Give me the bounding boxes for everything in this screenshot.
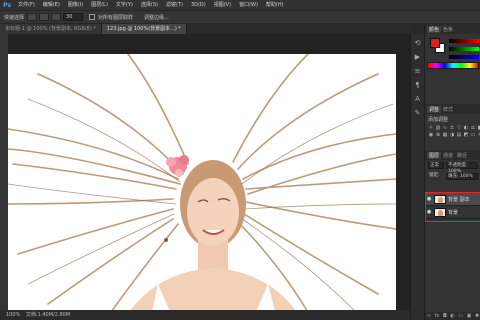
tab-styles[interactable]: 样式 (441, 106, 455, 113)
menu-view[interactable]: 视图(V) (210, 0, 235, 10)
new-layer-icon[interactable]: ▣ (467, 313, 472, 319)
refine-edge-button[interactable]: 调整边缘... (144, 14, 169, 21)
right-panels: 颜色 色板 调整 样式 添加调整 ☼ ▥ ∿ ± ▽ ◐ ⚖ ◧ ◉ ⊕ ▦ ◑… (424, 24, 480, 320)
properties-icon[interactable]: ≡ (413, 66, 423, 76)
menu-help[interactable]: 帮助(H) (262, 0, 288, 10)
adjust-layer-icon[interactable]: ◐ (450, 313, 454, 319)
sample-all-checkbox[interactable] (89, 14, 96, 20)
menu-bar: Ps 文件(F) 编辑(E) 图像(I) 图层(L) 文字(Y) 选择(S) 滤… (0, 0, 480, 10)
tab-123-jpg[interactable]: 123.jpg @ 100%(背景副本...) * (101, 24, 187, 34)
adjust-title: 添加调整 (428, 117, 449, 123)
balance-icon[interactable]: ⚖ (470, 125, 476, 131)
opacity-field[interactable]: 不透明度: 100% (446, 162, 478, 174)
zoom-readout[interactable]: 100% (6, 312, 20, 318)
exposure-icon[interactable]: ± (449, 125, 455, 131)
subtract-selection-button[interactable] (51, 13, 62, 21)
mask-icon[interactable]: ◘ (443, 313, 447, 319)
eye-icon[interactable]: ● (426, 196, 432, 202)
tab-adjustments[interactable]: 调整 (427, 105, 442, 113)
actions-icon[interactable]: ▶ (413, 52, 423, 62)
tab-untitled[interactable]: 未标题-1 @ 100% (背景副本, RGB/8) * (0, 24, 102, 34)
layers-panel-tabs: 图层 通道 路径 (425, 150, 480, 160)
layer-thumbnail (434, 207, 446, 217)
invert-icon[interactable]: ◑ (449, 132, 455, 138)
fill-field[interactable]: 填充: 100% (446, 173, 478, 180)
green-slider[interactable] (449, 47, 479, 51)
status-bar: 100% 文档:1.40M/2.80M (0, 310, 410, 320)
gradient-map-icon[interactable]: ▭ (470, 132, 476, 138)
menu-edit[interactable]: 编辑(E) (39, 0, 64, 10)
layer-row[interactable]: ● 背景 (426, 206, 480, 219)
threshold-icon[interactable]: ◩ (463, 132, 469, 138)
link-icon[interactable]: ∞ (427, 313, 431, 319)
blend-mode-select[interactable]: 正常 (428, 162, 444, 169)
color-panel (425, 34, 480, 76)
color-spectrum[interactable] (427, 62, 479, 69)
options-bar: 快速选择 30 对所有图层取样 调整边缘... (0, 10, 480, 24)
menu-file[interactable]: 文件(F) (14, 0, 39, 10)
layers-panel: 图层 通道 路径 正常 不透明度: 100% 锁定: 填充: 100% ● 背景… (425, 150, 480, 320)
lock-row: 锁定: 填充: 100% (425, 171, 480, 182)
app-logo: Ps (3, 1, 11, 9)
tab-layers[interactable]: 图层 (427, 151, 442, 159)
layers-footer: ∞ fx ◘ ◐ ▭ ▣ ✖ (425, 312, 480, 320)
tab-paths[interactable]: 路径 (455, 152, 469, 159)
menu-type[interactable]: 文字(Y) (112, 0, 137, 10)
vibrance-icon[interactable]: ▽ (456, 125, 462, 131)
curves-icon[interactable]: ∿ (442, 125, 448, 131)
document-tabs: 未标题-1 @ 100% (背景副本, RGB/8) * 123.jpg @ 1… (0, 24, 410, 34)
portrait-illustration (8, 54, 396, 320)
lock-label: 锁定: (429, 173, 440, 178)
menu-filter[interactable]: 滤镜(T) (162, 0, 187, 10)
adjust-icon-grid: ☼ ▥ ∿ ± ▽ ◐ ⚖ ◧ ◉ ⊕ ▦ ◑ ▤ ◩ ▭ ✕ (425, 125, 480, 138)
hue-icon[interactable]: ◐ (463, 125, 469, 131)
foreground-color-swatch[interactable] (430, 38, 440, 48)
trash-icon[interactable]: ✖ (475, 313, 479, 319)
menu-window[interactable]: 窗口(W) (235, 0, 262, 10)
tab-channels[interactable]: 通道 (441, 152, 455, 159)
tools-panel (0, 34, 8, 310)
menu-image[interactable]: 图像(I) (64, 0, 87, 10)
adjustments-panel: 调整 样式 添加调整 ☼ ▥ ∿ ± ▽ ◐ ⚖ ◧ ◉ ⊕ ▦ ◑ ▤ ◩ ▭… (425, 104, 480, 150)
layer-row[interactable]: ● 背景 副本 (426, 193, 480, 206)
paragraph-icon[interactable]: ¶ (413, 80, 423, 90)
canvas-area[interactable] (8, 34, 410, 320)
tab-swatches[interactable]: 色板 (441, 26, 455, 33)
color-panel-tabs: 颜色 色板 (425, 24, 480, 34)
eye-icon[interactable]: ● (426, 209, 432, 215)
lookup-icon[interactable]: ▦ (442, 132, 448, 138)
layer-name: 背景 (448, 209, 459, 216)
adjust-panel-tabs: 调整 样式 (425, 104, 480, 114)
menu-layer[interactable]: 图层(L) (87, 0, 112, 10)
tool-label: 快速选择 (4, 14, 25, 21)
photo-filter-icon[interactable]: ◉ (428, 132, 434, 138)
brightness-icon[interactable]: ☼ (428, 125, 434, 131)
layer-list: ● 背景 副本 ● 背景 (425, 192, 480, 222)
menu-select[interactable]: 选择(S) (137, 0, 162, 10)
add-selection-button[interactable] (39, 13, 50, 21)
menu-3d[interactable]: 3D(D) (187, 0, 210, 10)
character-icon[interactable]: A (413, 94, 423, 104)
posterize-icon[interactable]: ▤ (456, 132, 462, 138)
folder-icon[interactable]: ▭ (458, 313, 463, 319)
doc-size-readout: 文档:1.40M/2.80M (25, 312, 71, 318)
panel-dock: ⟲ ▶ ≡ ¶ A ✎ (410, 34, 424, 320)
fx-icon[interactable]: fx (435, 313, 440, 319)
document-image[interactable] (8, 54, 396, 320)
new-selection-button[interactable] (27, 13, 38, 21)
red-slider[interactable] (449, 39, 479, 43)
brush-size-field[interactable]: 30 (63, 13, 84, 21)
blend-row: 正常 不透明度: 100% (425, 160, 480, 174)
tab-color[interactable]: 颜色 (427, 25, 442, 33)
mixer-icon[interactable]: ⊕ (435, 132, 441, 138)
levels-icon[interactable]: ▥ (435, 125, 441, 131)
layer-name: 背景 副本 (448, 196, 470, 203)
history-icon[interactable]: ⟲ (413, 38, 423, 48)
sample-all-label: 对所有图层取样 (98, 14, 134, 21)
blue-slider[interactable] (449, 55, 479, 59)
layer-thumbnail (434, 194, 446, 204)
brush-icon[interactable]: ✎ (413, 108, 423, 118)
